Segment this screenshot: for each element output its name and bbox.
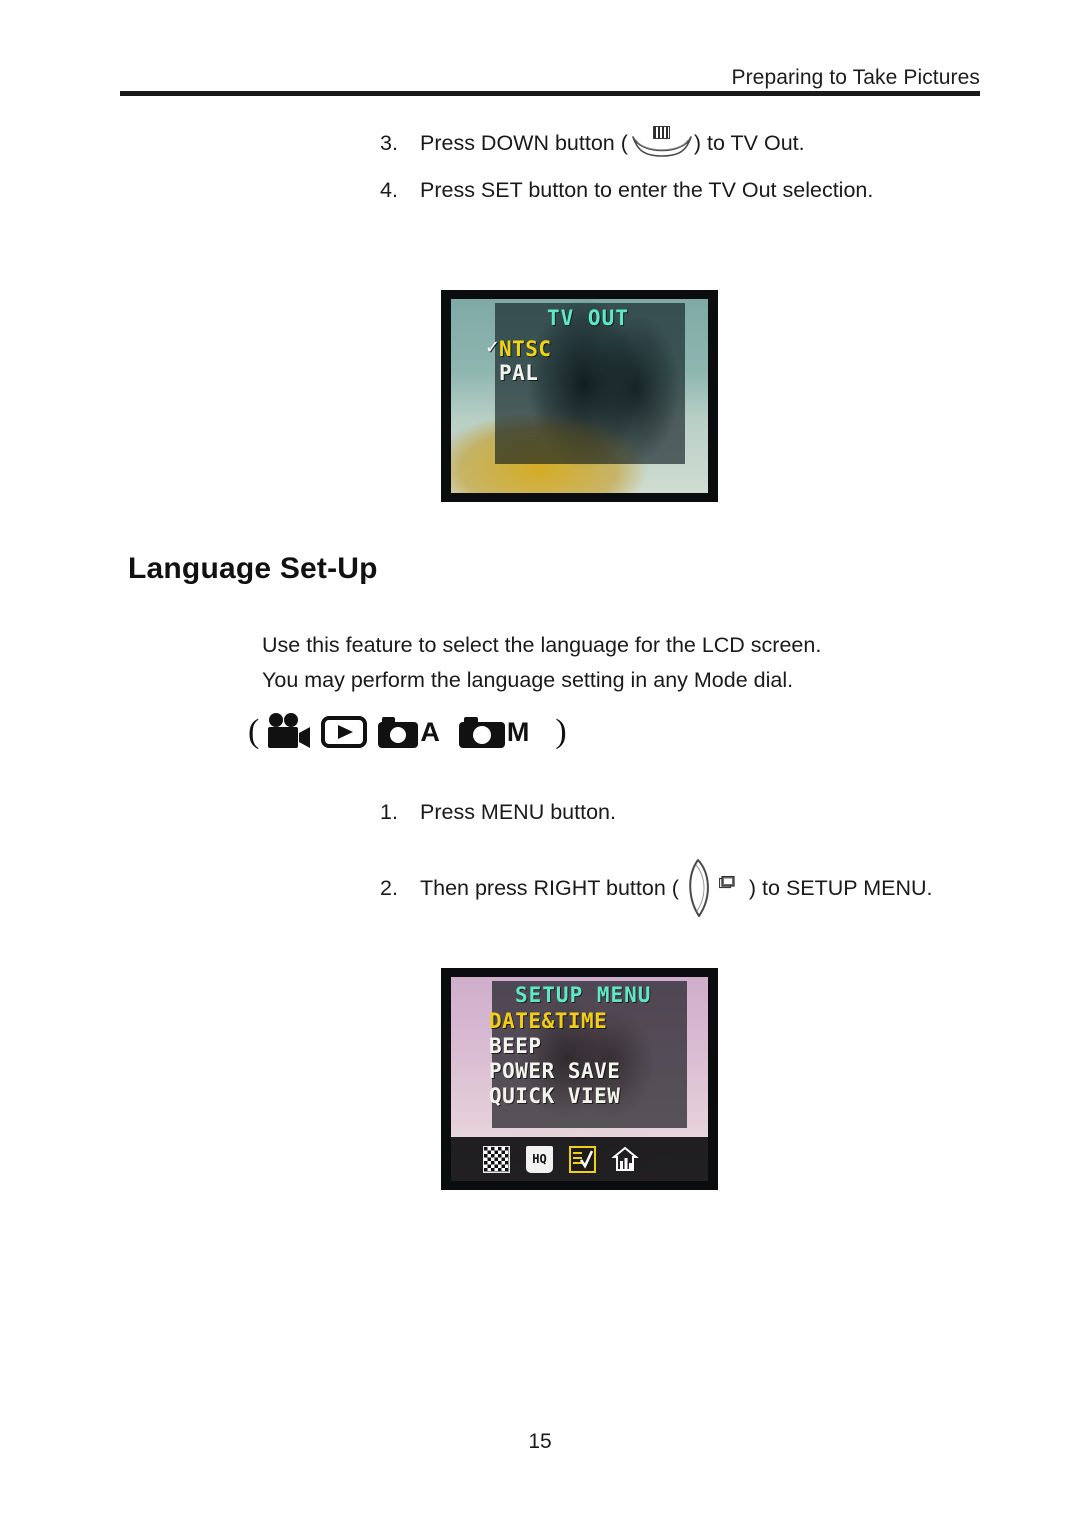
lcd-tv-out-screen: TV OUT ✓ NTSC PAL: [451, 299, 708, 493]
playback-mode-icon: [321, 716, 368, 748]
running-header: Preparing to Take Pictures: [120, 66, 980, 90]
right-button-icon: [682, 859, 748, 917]
lcd-screenshot-tv-out: TV OUT ✓ NTSC PAL: [441, 290, 718, 502]
scene-mode-glyph: [611, 1146, 639, 1171]
step-number: 2.: [380, 875, 398, 900]
section-body: Use this feature to select the language …: [262, 628, 821, 698]
page-number: 15: [528, 1430, 552, 1453]
step-text-before: Press DOWN button (: [420, 130, 628, 155]
step-text-before: Then press RIGHT button (: [420, 875, 679, 900]
lcd-setup-item-power-save: POWER SAVE: [489, 1059, 621, 1083]
lcd-tv-out-title: TV OUT: [547, 306, 629, 330]
setup-checklist-icon: [569, 1145, 596, 1173]
mode-dial-icon-row: ( A M ): [248, 706, 567, 758]
setup-checklist-glyph: [573, 1149, 593, 1169]
lcd-setup-screen: SETUP MENU DATE&TIME BEEP POWER SAVE QUI…: [451, 977, 708, 1181]
down-button-arc-icon: [632, 136, 692, 157]
camera-auto-mode-letter: A: [420, 716, 440, 747]
lcd-screenshot-setup-menu: SETUP MENU DATE&TIME BEEP POWER SAVE QUI…: [441, 968, 718, 1190]
step-number: 1.: [380, 800, 398, 824]
step-text: Press MENU button.: [420, 800, 616, 824]
lcd-setup-status-toolbar: HQ: [451, 1137, 708, 1181]
lcd-setup-item-date-time: DATE&TIME: [489, 1009, 608, 1033]
step-item-3: 3. Press DOWN button ( ) to TV Out.: [380, 126, 805, 160]
body-line-2: You may perform the language setting in …: [262, 668, 794, 692]
lcd-tv-out-option-pal: PAL: [499, 361, 539, 385]
quality-hq-icon: HQ: [526, 1145, 553, 1173]
lcd-setup-item-quick-view: QUICK VIEW: [489, 1084, 621, 1108]
step-text: Press SET button to enter the TV Out sel…: [420, 178, 874, 202]
step-item-2: 2. Then press RIGHT button ( ) to SETUP …: [380, 859, 933, 917]
video-camera-mode-icon: [265, 712, 311, 752]
header-divider: [120, 91, 980, 96]
step-number: 4.: [380, 178, 398, 202]
camera-manual-mode-letter: M: [506, 716, 530, 747]
step-item-1: 1. Press MENU button.: [380, 800, 616, 825]
paren-close: ): [555, 713, 567, 750]
paren-open: (: [248, 713, 260, 750]
display-monitor-icon: [718, 876, 735, 889]
scene-mode-icon: [611, 1146, 639, 1173]
right-button-leaf-icon: [689, 859, 709, 917]
resolution-checkerboard-icon: [483, 1145, 510, 1173]
step-text-after: ) to SETUP MENU.: [748, 875, 933, 900]
lcd-setup-title: SETUP MENU: [515, 983, 652, 1007]
down-button-icon: [631, 126, 693, 160]
lcd-tv-out-option-ntsc: NTSC: [499, 337, 552, 361]
lcd-setup-item-beep: BEEP: [489, 1034, 542, 1058]
camera-manual-mode-icon: M: [458, 715, 538, 749]
running-header-text: Preparing to Take Pictures: [731, 66, 980, 89]
page-title: Language Set-Up: [128, 552, 378, 585]
body-line-1: Use this feature to select the language …: [262, 633, 822, 657]
lcd-tv-out-checkmark-icon: ✓: [485, 337, 501, 358]
step-text-after: ) to TV Out.: [693, 130, 805, 155]
camera-auto-mode-icon: A: [377, 715, 448, 749]
step-number: 3.: [380, 130, 398, 155]
step-item-4: 4. Press SET button to enter the TV Out …: [380, 178, 873, 203]
